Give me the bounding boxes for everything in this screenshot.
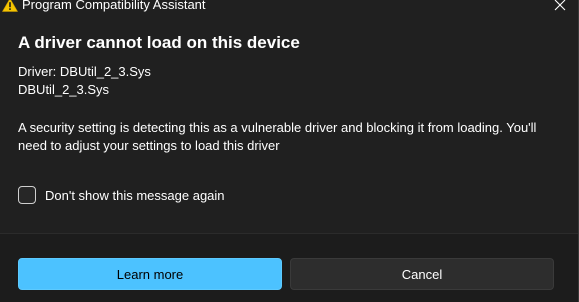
cancel-button[interactable]: Cancel: [290, 258, 554, 290]
learn-more-button[interactable]: Learn more: [18, 258, 282, 290]
close-icon: [554, 0, 566, 11]
dialog-footer: Learn more Cancel: [0, 233, 578, 302]
checkbox-label: Don't show this message again: [45, 187, 225, 203]
window-title: Program Compatibility Assistant: [22, 0, 206, 12]
driver-file-line: DBUtil_2_3.Sys: [18, 82, 110, 97]
warning-icon: [1, 0, 19, 12]
close-button[interactable]: [541, 0, 579, 14]
dialog-description: A security setting is detecting this as …: [18, 120, 537, 153]
dialog-heading: A driver cannot load on this device: [18, 33, 300, 52]
dialog-window: Program Compatibility Assistant A driver…: [0, 0, 579, 302]
dont-show-again-checkbox[interactable]: Don't show this message again: [18, 186, 225, 204]
checkbox-box[interactable]: [18, 186, 36, 204]
driver-name-line: Driver: DBUtil_2_3.Sys: [18, 64, 151, 79]
title-bar: Program Compatibility Assistant: [0, 0, 579, 14]
